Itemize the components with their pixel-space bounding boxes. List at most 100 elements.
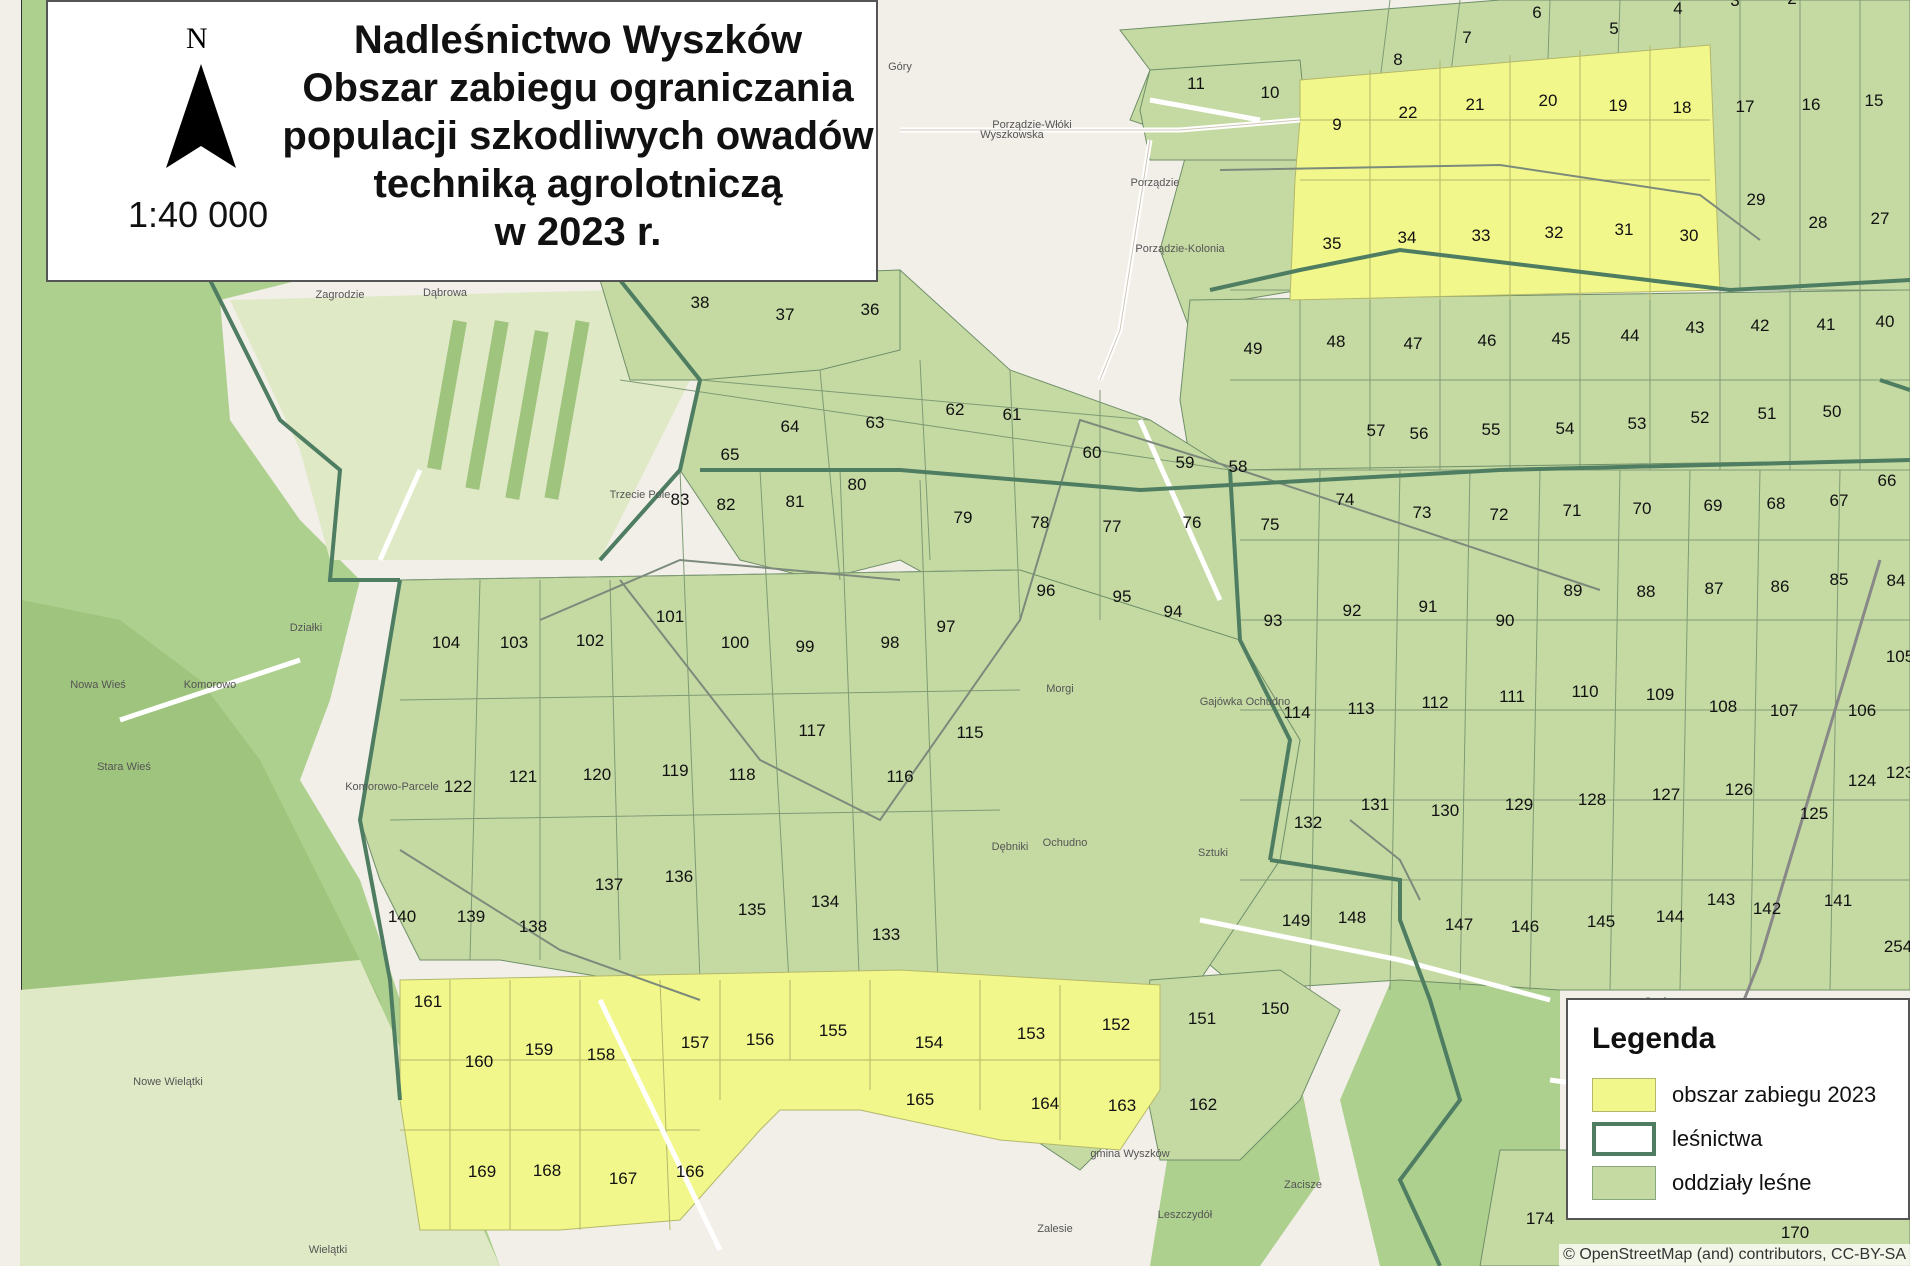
- compartment-number: 133: [872, 925, 900, 944]
- compartment-number: 164: [1031, 1094, 1059, 1113]
- legend-label-compartments: oddziały leśne: [1672, 1170, 1812, 1195]
- compartment-number: 18: [1673, 98, 1692, 117]
- legend-label-forestry: leśnictwa: [1672, 1126, 1763, 1151]
- compartment-number: 155: [819, 1021, 847, 1040]
- compartment-number: 2: [1787, 0, 1796, 8]
- compartment-number: 33: [1472, 226, 1491, 245]
- map-attribution: © OpenStreetMap (and) contributors, CC-B…: [1559, 1244, 1910, 1266]
- place-name: Zalesie: [1037, 1223, 1072, 1235]
- compartment-number: 19: [1609, 96, 1628, 115]
- compartment-number: 62: [946, 400, 965, 419]
- compartment-number: 91: [1419, 597, 1438, 616]
- compartment-number: 129: [1505, 795, 1533, 814]
- compartment-number: 11: [1187, 74, 1205, 93]
- compartment-number: 85: [1830, 570, 1849, 589]
- map-title: Nadleśnictwo Wyszków Obszar zabiegu ogra…: [282, 18, 874, 254]
- compartment-number: 61: [1003, 405, 1022, 424]
- compartment-number: 10: [1261, 83, 1280, 102]
- compartment-number: 20: [1539, 91, 1558, 110]
- compartment-number: 100: [721, 633, 749, 652]
- compartment-number: 88: [1637, 582, 1656, 601]
- compartment-number: 95: [1113, 587, 1132, 606]
- compartment-number: 70: [1633, 499, 1652, 518]
- place-name: Komorowo: [184, 679, 237, 691]
- compartment-number: 115: [956, 723, 983, 742]
- compartment-number: 140: [388, 907, 416, 926]
- compartment-number: 52: [1691, 408, 1710, 427]
- compartment-number: 141: [1824, 891, 1852, 910]
- compartment-number: 3: [1730, 0, 1739, 10]
- compartment-number: 167: [609, 1169, 637, 1188]
- forest-block-10-11: [1139, 59, 1311, 161]
- compartment-number: 42: [1751, 316, 1770, 335]
- place-name: Stara Wieś: [97, 761, 151, 773]
- compartment-number: 107: [1770, 701, 1798, 720]
- compartment-number: 157: [681, 1033, 709, 1052]
- compartment-number: 79: [954, 508, 973, 527]
- compartment-number: 31: [1615, 220, 1634, 239]
- compartment-number: 45: [1552, 329, 1571, 348]
- compartment-number: 15: [1865, 91, 1884, 110]
- place-name: Trzecie Pole: [610, 489, 671, 501]
- compartment-number: 41: [1817, 315, 1836, 334]
- compartment-number: 4: [1673, 0, 1682, 18]
- compartment-number: 119: [661, 761, 688, 780]
- legend-panel: Legenda obszar zabiegu 2023 leśnictwa od…: [1566, 998, 1910, 1220]
- compartment-number: 16: [1802, 95, 1821, 114]
- compartment-number: 97: [937, 617, 956, 636]
- compartment-number: 65: [721, 445, 740, 464]
- compartment-number: 9: [1332, 115, 1341, 134]
- compartment-number: 32: [1545, 223, 1564, 242]
- compartment-number: 169: [468, 1162, 496, 1181]
- compartment-number: 55: [1482, 420, 1501, 439]
- compartment-number: 109: [1646, 685, 1674, 704]
- compartment-number: 6: [1532, 3, 1541, 22]
- compartment-number: 29: [1747, 190, 1766, 209]
- compartment-number: 71: [1563, 501, 1582, 520]
- legend-swatch-treatment: [1592, 1078, 1656, 1112]
- place-name: Ochudno: [1043, 837, 1088, 849]
- compartment-number: 36: [861, 300, 880, 319]
- compartment-number: 77: [1103, 517, 1122, 536]
- compartment-number: 84: [1887, 571, 1906, 590]
- compartment-number: 118: [728, 765, 755, 784]
- place-name: Zacisze: [1284, 1179, 1322, 1191]
- compartment-number: 126: [1725, 780, 1753, 799]
- compartment-number: 142: [1753, 899, 1781, 918]
- compartment-number: 131: [1361, 795, 1389, 814]
- compartment-number: 98: [881, 633, 900, 652]
- compartment-number: 74: [1336, 490, 1355, 509]
- place-name: Sztuki: [1198, 847, 1228, 859]
- compartment-number: 56: [1410, 424, 1429, 443]
- legend-title: Legenda: [1592, 1022, 1716, 1055]
- compartment-number: 47: [1404, 334, 1423, 353]
- compartment-number: 145: [1587, 912, 1615, 931]
- compartment-number: 22: [1399, 103, 1418, 122]
- place-name: Porządzie-Kolonia: [1135, 243, 1225, 255]
- compartment-number: 27: [1871, 209, 1890, 228]
- place-name: Dąbrowa: [423, 287, 468, 299]
- compartment-number: 113: [1347, 699, 1374, 718]
- compartment-number: 111: [1499, 687, 1525, 706]
- compartment-number: 102: [576, 631, 604, 650]
- compartment-number: 90: [1496, 611, 1515, 630]
- compartment-number: 144: [1656, 907, 1684, 926]
- compartment-number: 57: [1367, 421, 1386, 440]
- compartment-number: 158: [587, 1045, 615, 1064]
- compartment-number: 5: [1609, 19, 1618, 38]
- place-name: Leszczydół: [1158, 1209, 1213, 1221]
- legend-item-compartments: oddziały leśne: [1592, 1166, 1910, 1202]
- compartment-number: 49: [1244, 339, 1263, 358]
- compartment-number: 138: [519, 917, 547, 936]
- compartment-number: 66: [1878, 471, 1897, 490]
- compartment-number: 134: [811, 892, 839, 911]
- compartment-number: 89: [1564, 581, 1583, 600]
- place-name: Wyszkowska: [980, 129, 1044, 141]
- legend-label-treatment: obszar zabiegu 2023: [1672, 1082, 1877, 1107]
- legend-item-treatment: obszar zabiegu 2023: [1592, 1078, 1910, 1114]
- compartment-number: 72: [1490, 505, 1509, 524]
- compartment-number: 60: [1083, 443, 1102, 462]
- compartment-number: 125: [1800, 804, 1828, 823]
- compartment-number: 136: [665, 867, 693, 886]
- compartment-number: 78: [1031, 513, 1050, 532]
